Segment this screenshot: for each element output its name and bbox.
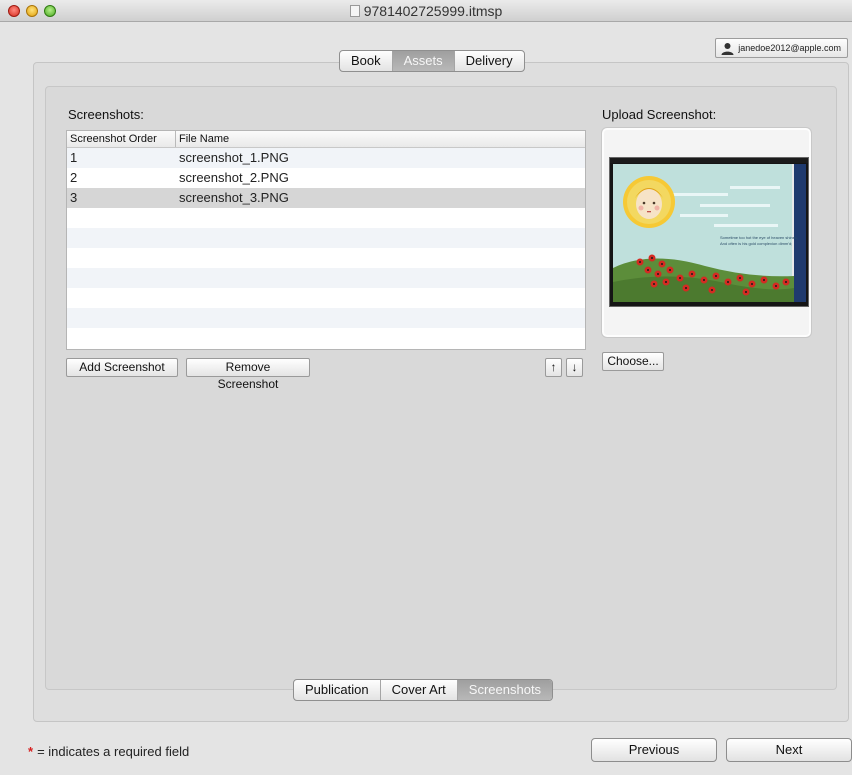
move-down-button[interactable]: ↓ <box>566 358 583 377</box>
preview-caption-line1: Sometime too hot the eye of heaven shine… <box>720 235 798 240</box>
previous-button[interactable]: Previous <box>591 738 717 762</box>
screenshots-table: Screenshot Order File Name 1 screenshot_… <box>66 130 586 350</box>
arrow-down-icon: ↓ <box>571 360 578 374</box>
order-cell: 3 <box>70 190 78 205</box>
file-name-cell: screenshot_2.PNG <box>179 170 289 185</box>
move-up-button[interactable]: ↑ <box>545 358 562 377</box>
table-header: Screenshot Order File Name <box>67 131 585 148</box>
tab-assets[interactable]: Assets <box>392 51 455 71</box>
table-body: 1 screenshot_1.PNG 2 screenshot_2.PNG 3 … <box>67 148 585 348</box>
required-field-note: * = indicates a required field <box>28 744 189 759</box>
choose-file-button[interactable]: Choose... <box>602 352 664 371</box>
screenshot-drop-well[interactable]: Sometime too hot the eye of heaven shine… <box>601 127 812 338</box>
table-row-selected[interactable]: 3 screenshot_3.PNG <box>67 188 585 208</box>
tab-book[interactable]: Book <box>340 51 393 71</box>
required-star-icon: * <box>28 744 34 759</box>
empty-row <box>67 288 585 308</box>
asset-subtabs: Publication Cover Art Screenshots <box>293 679 554 701</box>
column-header-order[interactable]: Screenshot Order <box>67 131 176 147</box>
file-name-cell: screenshot_1.PNG <box>179 150 289 165</box>
main-tabs: Book Assets Delivery <box>339 50 525 72</box>
subtab-publication[interactable]: Publication <box>294 680 381 700</box>
empty-row <box>67 308 585 328</box>
remove-screenshot-button[interactable]: Remove Screenshot <box>186 358 310 391</box>
upload-screenshot-heading: Upload Screenshot: <box>602 107 717 122</box>
required-note-text: = indicates a required field <box>37 744 190 759</box>
account-email: janedoe2012@apple.com <box>738 43 841 53</box>
empty-row <box>67 268 585 288</box>
subtab-cover-art[interactable]: Cover Art <box>381 680 458 700</box>
next-button[interactable]: Next <box>726 738 852 762</box>
person-icon <box>721 43 734 55</box>
file-name-cell: screenshot_3.PNG <box>179 190 289 205</box>
empty-row <box>67 208 585 228</box>
account-button[interactable]: janedoe2012@apple.com <box>715 38 848 58</box>
empty-row <box>67 228 585 248</box>
empty-row <box>67 248 585 268</box>
order-cell: 2 <box>70 170 78 185</box>
table-row[interactable]: 2 screenshot_2.PNG <box>67 168 585 188</box>
book-page-illustration: Sometime too hot the eye of heaven shine… <box>610 158 808 302</box>
screenshots-heading: Screenshots: <box>68 107 144 122</box>
empty-row <box>67 328 585 348</box>
add-screenshot-button[interactable]: Add Screenshot <box>66 358 178 377</box>
window-title-group: 9781402725999.itmsp <box>0 3 852 19</box>
column-header-file-name[interactable]: File Name <box>176 131 229 147</box>
preview-caption-line2: And often is his gold complexion dimm'd; <box>720 241 792 246</box>
screenshot-preview: Sometime too hot the eye of heaven shine… <box>609 157 809 307</box>
window-title: 9781402725999.itmsp <box>363 3 503 19</box>
subtab-screenshots[interactable]: Screenshots <box>457 680 553 700</box>
arrow-up-icon: ↑ <box>550 360 557 374</box>
table-row[interactable]: 1 screenshot_1.PNG <box>67 148 585 168</box>
title-bar: 9781402725999.itmsp <box>0 0 852 22</box>
tab-delivery[interactable]: Delivery <box>455 51 524 71</box>
document-icon <box>349 5 360 17</box>
order-cell: 1 <box>70 150 78 165</box>
